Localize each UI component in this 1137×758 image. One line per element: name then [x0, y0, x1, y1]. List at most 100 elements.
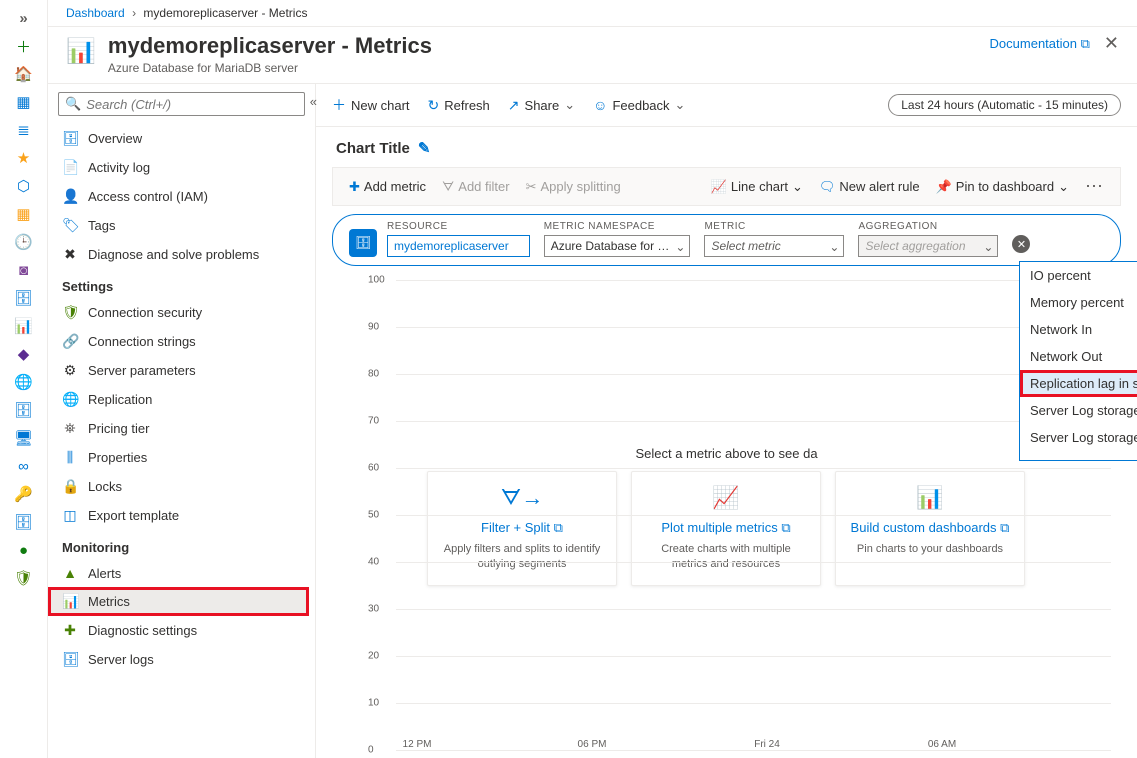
chevron-down-icon: ⌄ [983, 240, 993, 254]
metric-selector[interactable]: Select metric⌄ [704, 235, 844, 257]
help-card-filter-split[interactable]: ᗊ→ Filter + Split ⧉ Apply filters and sp… [427, 471, 617, 586]
documentation-link[interactable]: Documentation ⧉ [990, 36, 1090, 52]
metric-option[interactable]: Memory percent [1020, 289, 1137, 316]
breadcrumb-dashboard[interactable]: Dashboard [66, 6, 125, 20]
service-icon-6[interactable]: 📊 [14, 316, 34, 336]
share-button[interactable]: ↗Share ⌄ [508, 97, 575, 114]
metric-option[interactable]: Server Log storage percent [1020, 424, 1137, 451]
service-icon-9[interactable]: 🗄 [14, 400, 34, 420]
service-icon-4[interactable]: ◙ [14, 260, 34, 280]
nav-item-server-logs[interactable]: 🗄Server logs [48, 645, 309, 674]
service-icon-15[interactable]: 🛡 [14, 568, 34, 588]
nav-search[interactable]: 🔍 [58, 92, 305, 116]
chart-title: Chart Title [336, 140, 410, 157]
nav-item-diagnose[interactable]: ✖Diagnose and solve problems [48, 240, 309, 269]
metric-option[interactable]: Server Log storage limit [1020, 397, 1137, 424]
service-icon-13[interactable]: 🗄 [14, 512, 34, 532]
metric-option[interactable]: IO percent [1020, 262, 1137, 289]
create-resource-icon[interactable]: ＋ [14, 36, 34, 56]
metric-option-replication-lag[interactable]: Replication lag in seconds [1020, 370, 1137, 397]
metric-option[interactable]: Network In [1020, 316, 1137, 343]
nav-item-diagnostic-settings[interactable]: ✚Diagnostic settings [48, 616, 309, 645]
nav-item-server-parameters[interactable]: ⚙Server parameters [48, 356, 309, 385]
pin-to-dashboard-button[interactable]: 📌Pin to dashboard ⌄ [936, 179, 1069, 195]
help-card-custom-dashboards[interactable]: 📊 Build custom dashboards ⧉ Pin charts t… [835, 471, 1025, 586]
nav-item-access-control[interactable]: 👤Access control (IAM) [48, 182, 309, 211]
nav-item-export-template[interactable]: ◫Export template [48, 501, 309, 530]
service-icon-11[interactable]: ∞ [14, 456, 34, 476]
feedback-button[interactable]: ☺Feedback ⌄ [593, 97, 685, 113]
chevron-down-icon: ⌄ [792, 179, 803, 195]
metric-filter-row: 🗄 RESOURCEmydemoreplicaserver METRIC NAM… [332, 214, 1121, 266]
search-input[interactable] [86, 97, 298, 112]
refresh-icon: ↻ [428, 97, 440, 114]
refresh-button[interactable]: ↻Refresh [428, 97, 490, 114]
nav-item-tags[interactable]: 🏷Tags [48, 211, 309, 240]
filter-icon: ᗊ [442, 179, 454, 195]
favorites-icon[interactable]: ★ [14, 148, 34, 168]
split-icon: ✂ [526, 179, 537, 195]
nav-item-replication[interactable]: 🌐Replication [48, 385, 309, 414]
lock-icon: 🔒 [62, 478, 78, 495]
x-tick-label: 12 PM [403, 739, 432, 750]
aggregation-label: AGGREGATION [858, 221, 998, 232]
x-tick-label: 06 AM [928, 739, 956, 750]
remove-metric-button[interactable]: ✕ [1012, 235, 1030, 253]
nav-item-overview[interactable]: 🗄Overview [48, 124, 309, 153]
namespace-selector[interactable]: Azure Database for …⌄ [544, 235, 691, 257]
service-icon-8[interactable]: 🌐 [14, 372, 34, 392]
chevron-down-icon: ⌄ [829, 240, 839, 254]
activity-log-icon: 📄 [62, 159, 78, 176]
alerts-icon: ▲ [62, 565, 78, 581]
share-icon: ↗ [508, 97, 520, 114]
feedback-icon: ☺ [593, 97, 607, 113]
settings-header: Settings [48, 269, 309, 298]
add-metric-button[interactable]: ✚Add metric [349, 179, 426, 195]
service-icon-14[interactable]: ● [14, 540, 34, 560]
service-icon-12[interactable]: 🔑 [14, 484, 34, 504]
replication-icon: 🌐 [62, 391, 78, 408]
home-icon[interactable]: 🏠 [14, 64, 34, 84]
time-range-picker[interactable]: Last 24 hours (Automatic - 15 minutes) [888, 94, 1121, 116]
chart-type-dropdown[interactable]: 📈Line chart ⌄ [711, 179, 803, 195]
edit-title-icon[interactable]: ✎ [418, 139, 431, 157]
more-actions-button[interactable]: ⋯ [1085, 176, 1104, 197]
nav-item-connection-strings[interactable]: 🔗Connection strings [48, 327, 309, 356]
service-icon-3[interactable]: 🕒 [14, 232, 34, 252]
help-card-multiple-metrics[interactable]: 📈 Plot multiple metrics ⧉ Create charts … [631, 471, 821, 586]
server-logs-icon: 🗄 [62, 651, 78, 668]
monitoring-header: Monitoring [48, 530, 309, 559]
service-icon-2[interactable]: ▦ [14, 204, 34, 224]
close-blade-button[interactable]: ✕ [1104, 33, 1119, 54]
collapse-nav-icon[interactable]: « [310, 94, 317, 109]
nav-item-properties[interactable]: ⫼Properties [48, 443, 309, 472]
nav-item-locks[interactable]: 🔒Locks [48, 472, 309, 501]
nav-item-alerts[interactable]: ▲Alerts [48, 559, 309, 587]
nav-item-metrics[interactable]: 📊Metrics [48, 587, 309, 616]
dashboard-icon[interactable]: ▦ [14, 92, 34, 112]
new-alert-rule-button[interactable]: 🗨New alert rule [819, 179, 920, 195]
metric-option[interactable]: Network Out [1020, 343, 1137, 370]
chevron-down-icon: ⌄ [675, 240, 685, 254]
all-services-icon[interactable]: ≣ [14, 120, 34, 140]
nav-item-activity-log[interactable]: 📄Activity log [48, 153, 309, 182]
breadcrumb-current: mydemoreplicaserver - Metrics [143, 6, 307, 20]
service-icon-10[interactable]: 🖥 [14, 428, 34, 448]
nav-item-pricing-tier[interactable]: ⛯Pricing tier [48, 414, 309, 443]
add-filter-button[interactable]: ᗊAdd filter [442, 179, 510, 195]
new-chart-button[interactable]: ＋New chart [332, 95, 410, 115]
service-icon-1[interactable]: ⬡ [14, 176, 34, 196]
search-icon: 🔍 [65, 96, 81, 112]
service-icon-5[interactable]: 🗄 [14, 288, 34, 308]
service-icon-7[interactable]: ◆ [14, 344, 34, 364]
expand-icon[interactable]: » [14, 8, 34, 28]
x-tick-label: Fri 24 [754, 739, 780, 750]
metric-option[interactable]: Server Log storage used [1020, 451, 1137, 461]
filter-split-icon: ᗊ→ [440, 484, 604, 512]
pricing-tier-icon: ⛯ [62, 420, 78, 437]
apply-splitting-button[interactable]: ✂Apply splitting [526, 179, 621, 195]
resource-selector[interactable]: mydemoreplicaserver [387, 235, 530, 257]
nav-item-connection-security[interactable]: 🛡Connection security [48, 298, 309, 327]
metric-label: METRIC [704, 221, 844, 232]
breadcrumb: Dashboard › mydemoreplicaserver - Metric… [48, 0, 1137, 27]
